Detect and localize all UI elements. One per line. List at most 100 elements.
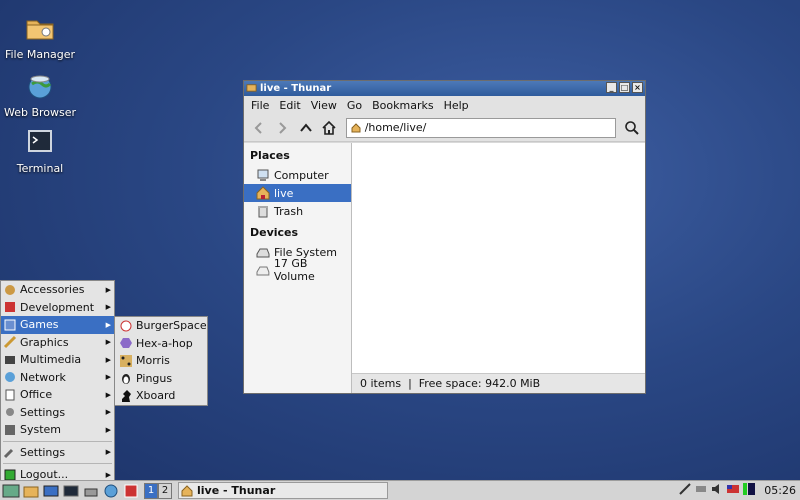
search-button[interactable] [622,117,643,139]
menu-item-label: Pingus [136,371,173,385]
submenu-arrow-icon: ▶ [105,303,111,312]
home-folder-icon [181,484,193,496]
applications-menu: Accessories ▶ Development ▶ Games ▶ Graphic… [0,280,115,485]
close-button[interactable]: × [632,82,643,93]
home-folder-icon [351,122,361,132]
submenu-item-xboard[interactable]: Xboard [115,387,207,405]
accessories-icon [5,284,15,295]
menu-go[interactable]: Go [342,99,367,112]
submenu-arrow-icon: ▶ [105,448,111,457]
clock[interactable]: 05:26 [764,484,796,497]
menu-item-multimedia[interactable]: Multimedia ▶ [1,351,114,369]
submenu-item-pingus[interactable]: Pingus [115,370,207,388]
search-icon [625,120,639,135]
devices-header: Devices [250,226,299,239]
forward-button[interactable] [271,117,292,139]
chevron-left-icon [254,121,262,134]
terminal-launcher-icon[interactable] [62,483,80,499]
sidebar-item-label: 17 GB Volume [273,257,315,283]
menu-item-label: Network [20,370,66,384]
chevron-up-icon [299,122,312,132]
menu-item-games[interactable]: Games ▶ [1,316,114,334]
menu-item-office[interactable]: Office ▶ [1,386,114,404]
home-button[interactable] [318,117,339,139]
menu-separator [3,439,112,442]
up-button[interactable] [295,117,316,139]
window-titlebar[interactable]: live - Thunar _ □ × [244,81,645,96]
menu-item-label: BurgerSpace [136,319,207,333]
menu-item-label: Hex-a-hop [136,336,193,350]
sidebar-item-trash[interactable]: Trash [244,202,351,220]
menu-item-label: Games [20,318,59,332]
sidebar-item-computer[interactable]: Computer [244,166,351,184]
workspace-1[interactable]: 1 [144,482,158,499]
minimize-button[interactable]: _ [606,82,617,93]
drive-icon [256,266,270,276]
desktop-icon-terminal[interactable]: Terminal [0,126,80,175]
file-manager-launcher-icon[interactable] [22,483,40,499]
menu-view[interactable]: View [306,99,342,112]
network-tray-icon[interactable] [678,482,692,496]
thunar-window: live - Thunar _ □ × File Edit View Go Bo… [243,80,646,394]
menu-bookmarks[interactable]: Bookmarks [367,99,438,112]
submenu-arrow-icon: ▶ [105,285,111,294]
menu-item-label: Accessories [20,283,85,297]
submenu-item-morris[interactable]: Morris [115,352,207,370]
workspace-switcher: 1 2 [144,482,172,499]
terminal-icon [28,130,52,152]
submenu-arrow-icon: ▶ [105,470,111,479]
task-button-thunar[interactable]: live - Thunar [178,482,388,499]
desktop-icon-label: Terminal [16,162,64,175]
menu-item-graphics[interactable]: Graphics ▶ [1,334,114,352]
keyboard-layout-flag-icon[interactable] [726,482,740,496]
menu-item-accessories[interactable]: Accessories ▶ [1,281,114,299]
location-bar[interactable]: /home/live/ [345,117,616,138]
web-browser-icon [28,75,52,99]
file-view[interactable]: 0 items | Free space: 942.0 MiB [352,143,645,393]
workspace-2[interactable]: 2 [158,482,172,499]
menu-item-label: Multimedia [20,353,82,367]
submenu-arrow-icon: ▶ [105,408,111,417]
desktop-icon-file-manager[interactable]: File Manager [0,12,80,61]
status-text: 0 items | Free space: 942.0 MiB [360,377,541,390]
sidebar-item-live[interactable]: live [244,184,351,202]
menu-item-system[interactable]: System ▶ [1,421,114,439]
show-desktop-icon[interactable] [42,483,60,499]
menu-item-label: Morris [136,354,170,368]
start-menu-icon[interactable] [2,483,20,499]
volume-icon[interactable] [710,482,724,496]
submenu-arrow-icon: ▶ [105,355,111,364]
menu-file[interactable]: File [246,99,274,112]
pingus-icon [122,374,130,385]
desktop-icon-web-browser[interactable]: Web Browser [0,70,80,119]
maximize-button[interactable]: □ [619,82,630,93]
graphics-icon [3,336,17,349]
printer-icon[interactable] [82,483,100,499]
menu-item-network[interactable]: Network ▶ [1,369,114,387]
window-title: live - Thunar [260,83,332,94]
menu-edit[interactable]: Edit [274,99,305,112]
games-icon [4,319,16,331]
submenu-arrow-icon: ▶ [105,373,111,382]
menu-item-label: Xboard [136,389,176,403]
desktop-icon-label: File Manager [4,48,76,61]
menu-help[interactable]: Help [439,99,474,112]
submenu-item-burgerspace[interactable]: BurgerSpace [115,317,207,335]
web-browser-launcher-icon[interactable] [102,483,120,499]
hex-a-hop-icon [120,338,132,349]
sidebar-item-label: Trash [274,204,304,218]
app-launcher-icon[interactable] [122,483,140,499]
menu-item-settings[interactable]: Settings ▶ [1,404,114,422]
submenu-item-hex-a-hop[interactable]: Hex-a-hop [115,335,207,353]
multimedia-icon [5,355,15,364]
submenu-arrow-icon: ▶ [105,425,111,434]
power-icon[interactable] [694,482,708,496]
menu-item-settings-bottom[interactable]: Settings ▶ [1,444,114,462]
back-button[interactable] [248,117,269,139]
submenu-arrow-icon: ▶ [105,338,111,347]
cpu-monitor-icon[interactable] [742,482,756,496]
menu-item-label: System [20,423,62,437]
sidebar-item-17gb-volume[interactable]: 17 GB Volume [244,257,351,283]
menubar: File Edit View Go Bookmarks Help [244,96,645,114]
menu-item-development[interactable]: Development ▶ [1,299,114,317]
